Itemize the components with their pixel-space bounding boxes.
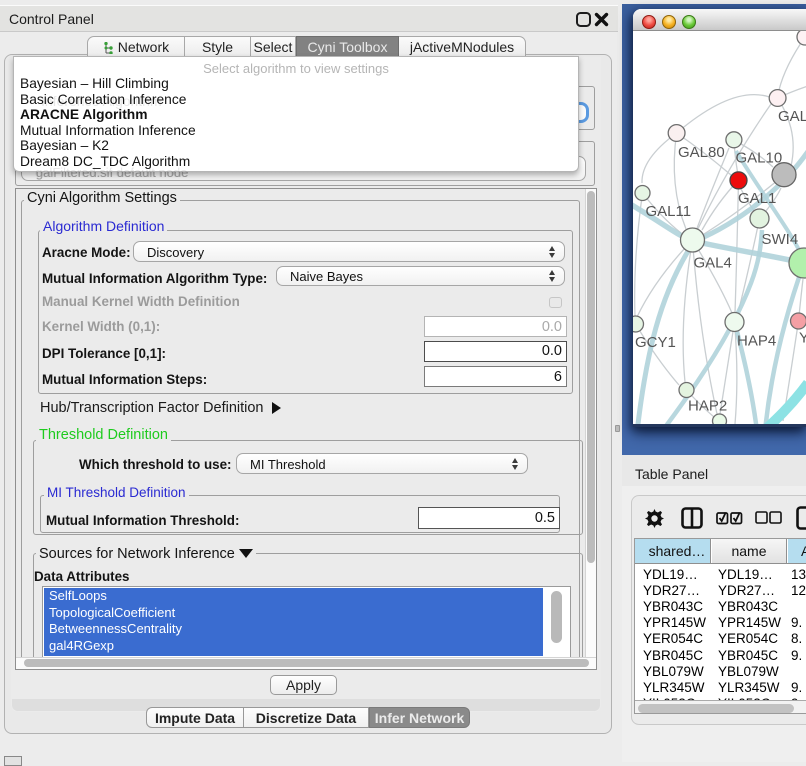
- svg-text:HAP4: HAP4: [737, 333, 776, 350]
- svg-text:SWI4: SWI4: [762, 231, 799, 248]
- svg-text:GAL4: GAL4: [694, 255, 732, 272]
- svg-text:Y: Y: [799, 330, 806, 347]
- svg-text:GAL80: GAL80: [678, 144, 725, 161]
- svg-text:GAL11: GAL11: [646, 203, 692, 220]
- svg-text:GAL1: GAL1: [738, 190, 776, 207]
- svg-text:GAL10: GAL10: [736, 150, 783, 167]
- svg-text:HAP2: HAP2: [688, 398, 727, 415]
- svg-text:GAL7: GAL7: [778, 108, 806, 125]
- svg-text:GCY1: GCY1: [635, 334, 676, 351]
